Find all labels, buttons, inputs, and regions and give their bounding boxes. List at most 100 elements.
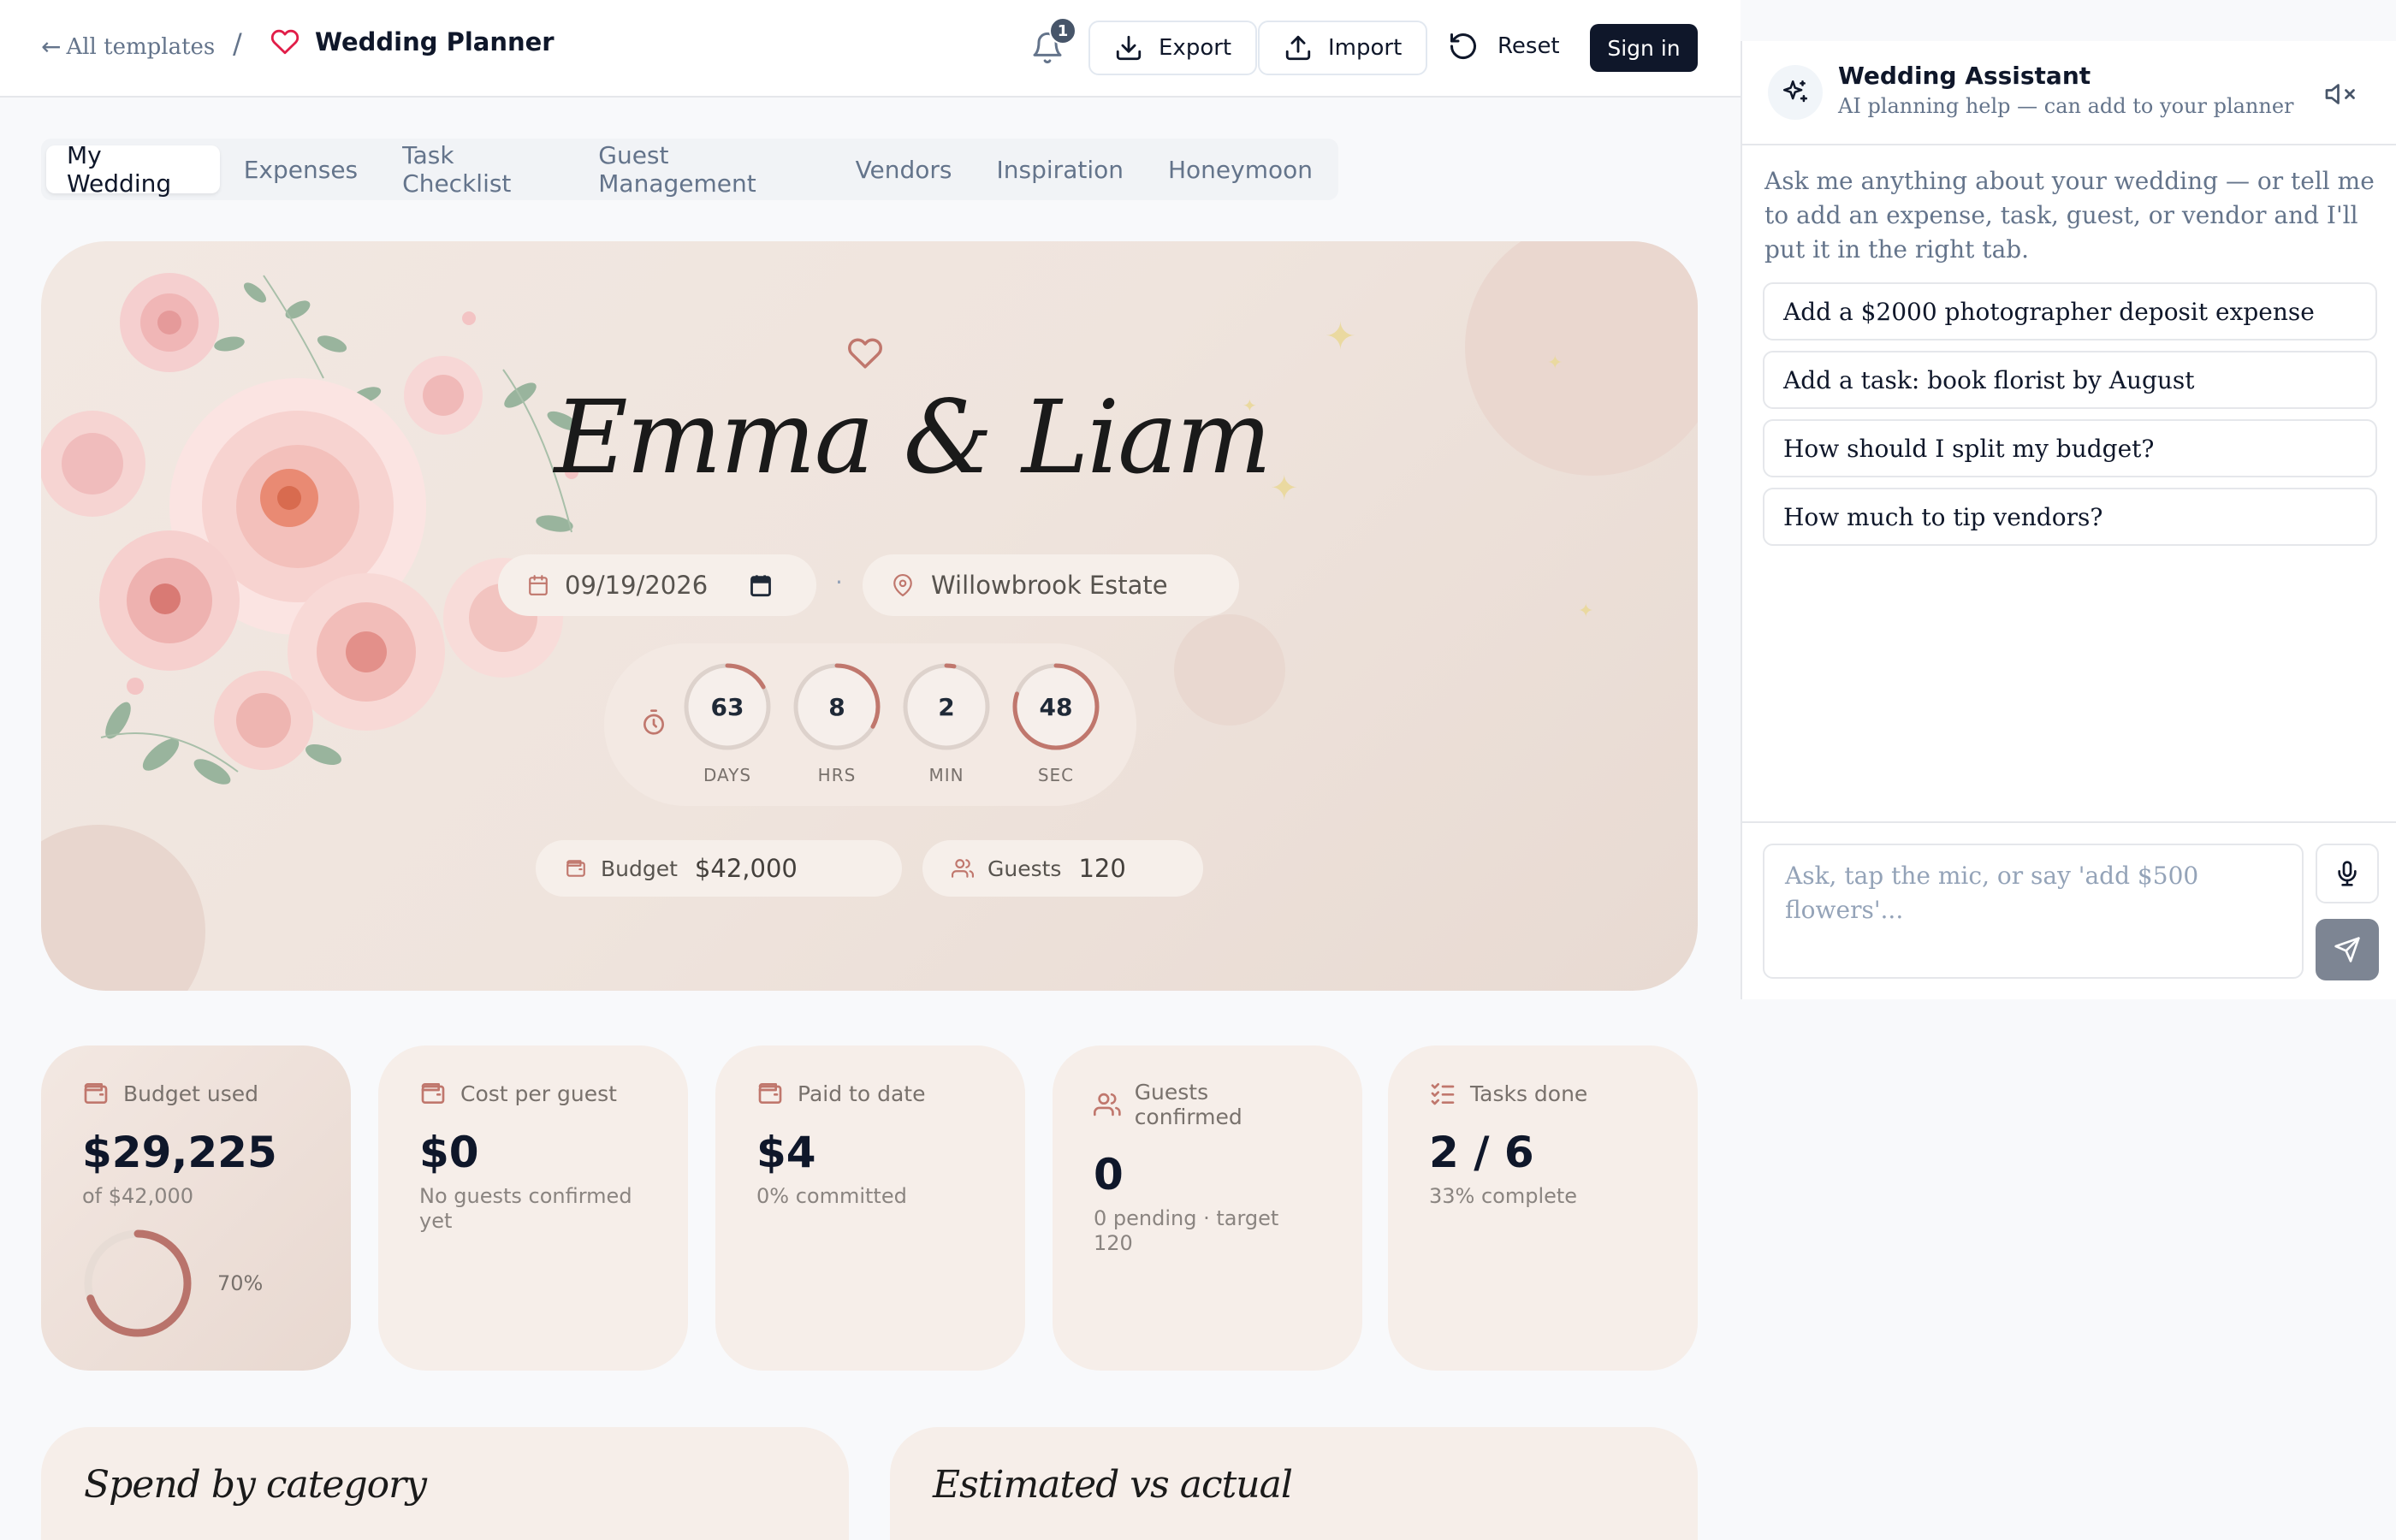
heart-icon	[848, 338, 882, 369]
assistant-header: Wedding Assistant AI planning help — can…	[1742, 41, 2396, 145]
separator-dot: ·	[835, 568, 843, 596]
couple-names[interactable]: Emma & Liam	[41, 378, 1698, 496]
tab-honeymoon[interactable]: Honeymoon	[1148, 145, 1333, 193]
all-templates-label: All templates	[66, 33, 216, 60]
guests-field[interactable]: Guests 120	[922, 840, 1203, 897]
countdown-seconds: 48 SEC	[1010, 660, 1102, 785]
venue-field[interactable]: Willowbrook Estate	[863, 554, 1239, 616]
guests-value: 120	[1078, 854, 1126, 883]
wallet-icon	[84, 1083, 108, 1104]
countdown-seconds-value: 48	[1039, 692, 1073, 721]
countdown-minutes: 2 MIN	[900, 660, 993, 785]
stat-subtext: 33% complete	[1429, 1184, 1578, 1208]
stat-label: Paid to date	[798, 1081, 926, 1106]
assistant-message-input[interactable]: Ask, tap the mic, or say 'add $500 flowe…	[1763, 844, 2304, 979]
panel-title: Estimated vs actual	[933, 1463, 1293, 1507]
countdown-hours: 8 HRS	[791, 660, 883, 785]
reset-label: Reset	[1498, 33, 1560, 59]
stat-subtext: of $42,000	[82, 1184, 194, 1208]
speaker-mute-icon[interactable]	[2324, 79, 2355, 110]
export-label: Export	[1159, 35, 1232, 61]
suggestion-chip[interactable]: How much to tip vendors?	[1763, 488, 2377, 546]
estimated-vs-actual-panel: Estimated vs actual	[890, 1427, 1698, 1540]
budget-field[interactable]: Budget $42,000	[536, 840, 902, 897]
stat-label: Cost per guest	[460, 1081, 617, 1106]
stat-value: $0	[419, 1128, 479, 1177]
stat-card-paid-to-date: Paid to date $4 0% committed	[715, 1045, 1025, 1371]
assistant-avatar	[1768, 65, 1823, 120]
tab-expenses[interactable]: Expenses	[223, 145, 378, 193]
countdown-seconds-label: SEC	[1037, 765, 1075, 785]
date-picker-icon[interactable]	[749, 573, 773, 597]
stat-label: Tasks done	[1470, 1081, 1588, 1106]
stat-subtext: 0% committed	[756, 1184, 907, 1208]
wedding-date-value: 09/19/2026	[565, 571, 709, 600]
heart-icon	[270, 29, 300, 55]
wedding-date-field[interactable]: 09/19/2026	[498, 554, 816, 616]
guests-label: Guests	[987, 856, 1062, 881]
budget-used-donut	[84, 1229, 192, 1337]
suggestion-chip[interactable]: Add a $2000 photographer deposit expense	[1763, 282, 2377, 341]
tab-vendors[interactable]: Vendors	[835, 145, 973, 193]
assistant-composer: Ask, tap the mic, or say 'add $500 flowe…	[1742, 821, 2396, 999]
stat-card-guests-confirmed: Guests confirmed 0 0 pending · target 12…	[1053, 1045, 1362, 1371]
countdown-minutes-value: 2	[938, 692, 955, 721]
app-title-group: Wedding Planner	[270, 27, 555, 56]
stat-value: 2 / 6	[1429, 1128, 1534, 1177]
breadcrumb-separator: /	[233, 27, 242, 60]
wallet-icon	[421, 1083, 445, 1104]
download-icon	[1116, 35, 1142, 61]
budget-label: Budget	[601, 856, 678, 881]
reset-button[interactable]: Reset	[1448, 31, 1560, 62]
budget-used-percent: 70%	[217, 1270, 264, 1295]
send-button[interactable]	[2316, 919, 2379, 980]
reset-icon	[1450, 33, 1476, 60]
countdown-days: 63 DAYS	[681, 660, 774, 785]
tab-inspiration[interactable]: Inspiration	[976, 145, 1144, 193]
top-bar: ← All templates / Wedding Planner 1 Expo…	[0, 0, 1741, 98]
venue-value: Willowbrook Estate	[931, 571, 1168, 600]
users-icon	[952, 859, 974, 878]
page-title: Wedding Planner	[315, 27, 555, 56]
wallet-icon	[758, 1083, 782, 1104]
tab-task-checklist[interactable]: Task Checklist	[382, 141, 574, 198]
assistant-intro: Ask me anything about your wedding — or …	[1764, 167, 2375, 264]
wedding-assistant-panel: Wedding Assistant AI planning help — can…	[1741, 41, 2396, 999]
notification-badge: 1	[1049, 17, 1076, 44]
sign-in-button[interactable]: Sign in	[1590, 24, 1698, 72]
countdown-days-value: 63	[710, 692, 744, 721]
decor-circle	[1174, 614, 1285, 726]
countdown-hours-value: 8	[828, 692, 845, 721]
users-icon	[1094, 1093, 1121, 1116]
stat-value: $4	[756, 1128, 816, 1177]
tab-my-wedding[interactable]: My Wedding	[46, 141, 220, 198]
stat-label: Budget used	[123, 1081, 258, 1106]
stat-card-budget-used: Budget used $29,225 of $42,000 70%	[41, 1045, 351, 1371]
stat-label: Guests confirmed	[1134, 1080, 1242, 1129]
location-pin-icon	[893, 574, 912, 596]
all-templates-link[interactable]: ← All templates	[41, 33, 215, 61]
countdown-days-label: DAYS	[703, 765, 752, 785]
microphone-icon	[2338, 861, 2357, 886]
stat-card-cost-per-guest: Cost per guest $0 No guests confirmed ye…	[378, 1045, 688, 1371]
stat-value: 0	[1094, 1150, 1124, 1199]
import-button[interactable]: Import	[1258, 21, 1428, 75]
suggestion-chip[interactable]: Add a task: book florist by August	[1763, 351, 2377, 409]
assistant-title: Wedding Assistant	[1838, 62, 2091, 90]
sparkle-icon: ✦	[1578, 601, 1594, 622]
tab-guest-management[interactable]: Guest Management	[578, 141, 831, 198]
main-tabs: My Wedding Expenses Task Checklist Guest…	[41, 139, 1338, 200]
budget-value: $42,000	[694, 854, 798, 883]
microphone-button[interactable]	[2316, 844, 2379, 903]
hero-banner: ✦ ✦ ✦ ✦ ✦ Emma & Liam 09/19/2026 · Willo…	[41, 241, 1698, 991]
calendar-icon	[529, 575, 548, 595]
panel-title: Spend by category	[84, 1463, 427, 1507]
stat-subtext: No guests confirmed yet	[419, 1184, 632, 1233]
suggestion-chip[interactable]: How should I split my budget?	[1763, 419, 2377, 477]
back-arrow-icon: ←	[41, 33, 62, 61]
export-button[interactable]: Export	[1088, 21, 1258, 75]
upload-icon	[1285, 35, 1311, 61]
countdown-minutes-label: MIN	[928, 765, 964, 785]
stat-value: $29,225	[82, 1128, 277, 1177]
wallet-icon	[566, 860, 585, 877]
